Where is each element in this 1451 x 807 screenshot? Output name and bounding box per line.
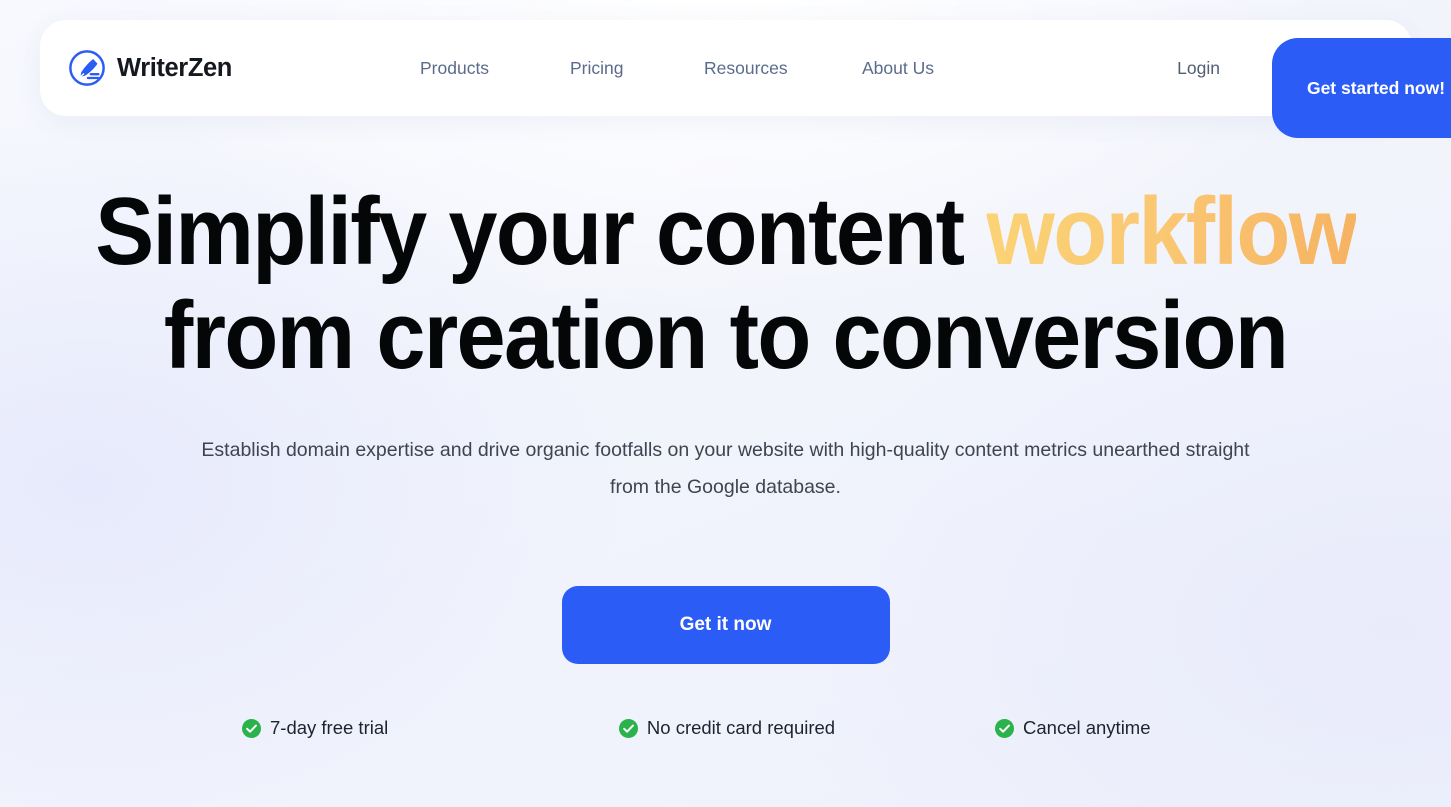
brand-logo[interactable]: WriterZen bbox=[68, 49, 232, 87]
trust-badge-cancel-anytime: Cancel anytime bbox=[910, 717, 1210, 739]
check-circle-icon bbox=[995, 718, 1014, 738]
hero-section: Simplify your content workflow from crea… bbox=[0, 180, 1451, 739]
nav-item-products[interactable]: Products bbox=[420, 58, 570, 79]
trust-badges: 7-day free trial No credit card required… bbox=[0, 717, 1451, 739]
check-circle-icon bbox=[618, 718, 638, 738]
trust-badge-free-trial: 7-day free trial bbox=[241, 717, 544, 739]
trust-badge-label: No credit card required bbox=[646, 717, 836, 738]
hero-heading: Simplify your content workflow from crea… bbox=[58, 180, 1393, 388]
nav-item-resources[interactable]: Resources bbox=[704, 58, 862, 79]
brand-name: WriterZen bbox=[117, 53, 232, 82]
hero-heading-part2: from creation to conversion bbox=[163, 282, 1289, 389]
page-background: WriterZen Products Pricing Resources Abo… bbox=[0, 0, 1451, 807]
writerzen-pen-circle-logo-icon bbox=[69, 50, 105, 86]
nav-item-about-us[interactable]: About Us bbox=[862, 58, 982, 79]
main-navigation-bar: WriterZen Products Pricing Resources Abo… bbox=[40, 20, 1451, 138]
trust-badge-no-credit-card: No credit card required bbox=[544, 717, 910, 739]
get-started-now-button[interactable]: Get started now! bbox=[1272, 38, 1451, 138]
trust-badge-label: Cancel anytime bbox=[1023, 717, 1151, 738]
primary-nav-links: Products Pricing Resources About Us bbox=[420, 58, 982, 79]
hero-subtitle: Establish domain expertise and drive org… bbox=[201, 439, 1250, 498]
trust-badge-label: 7-day free trial bbox=[270, 717, 389, 738]
login-link[interactable]: Login bbox=[1177, 58, 1220, 79]
hero-heading-highlight: workflow bbox=[986, 178, 1357, 285]
hero-heading-part1: Simplify your content bbox=[95, 178, 987, 285]
nav-item-pricing[interactable]: Pricing bbox=[570, 58, 704, 79]
get-it-now-button[interactable]: Get it now bbox=[561, 586, 890, 664]
check-circle-icon bbox=[242, 718, 261, 738]
